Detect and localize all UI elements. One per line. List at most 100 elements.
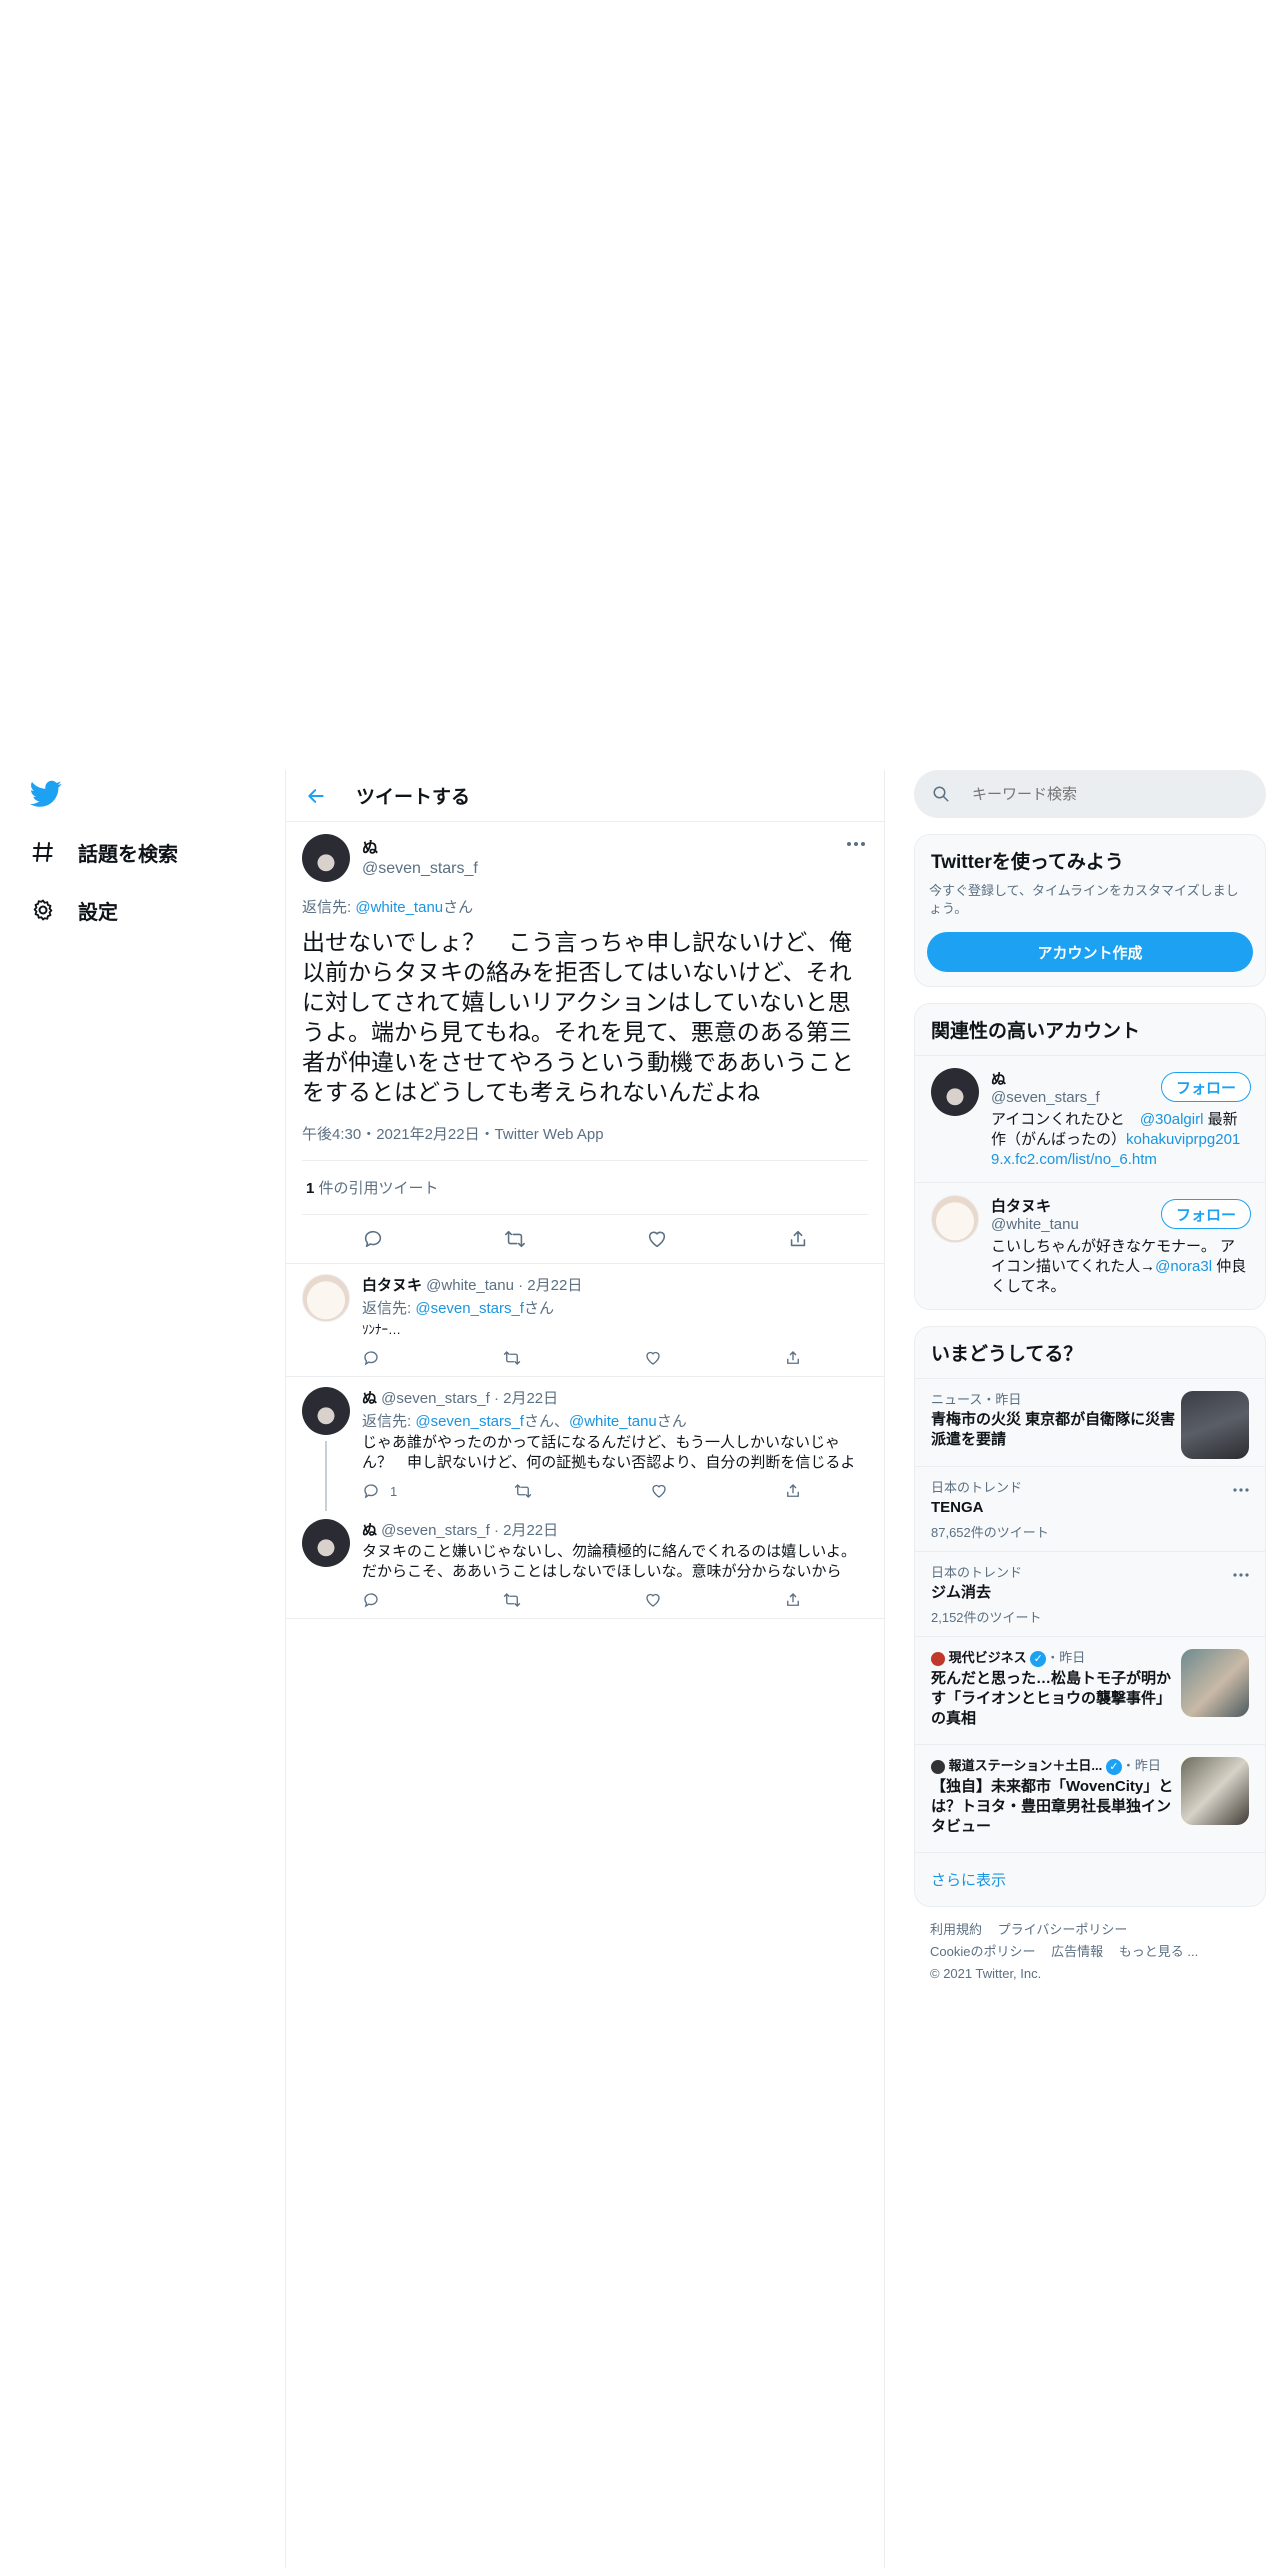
reply-tweet[interactable]: ぬ @seven_stars_f · 2月22日 タヌキのこと嫌いじゃないし、勿… [286, 1509, 884, 1619]
retweet-icon [515, 1484, 532, 1498]
trend-count: 87,652件のツイート [931, 1525, 1049, 1540]
tweet-author-handle[interactable]: @seven_stars_f [362, 860, 478, 878]
trend-thumbnail [1181, 1391, 1249, 1459]
bio-mention-link[interactable]: @30algirl [1140, 1111, 1204, 1128]
reply-to-line: 返信先: @white_tanuさん [302, 896, 868, 917]
bio-mention-link[interactable]: @nora3l [1155, 1258, 1212, 1275]
create-account-button[interactable]: アカウント作成 [927, 932, 1253, 972]
signup-card: Twitterを使ってみよう 今すぐ登録して、タイムラインをカスタマイズしましょ… [914, 834, 1266, 987]
like-button[interactable] [644, 1349, 662, 1367]
reply-author-name[interactable]: 白タヌキ [362, 1277, 422, 1294]
search-input[interactable] [972, 785, 1232, 803]
footer-link[interactable]: プライバシーポリシー [998, 1922, 1128, 1937]
follow-button[interactable]: フォロー [1160, 1199, 1251, 1229]
account-bio: こいしちゃんが好きなケモナー。 アイコン描いてくれた人→@nora3l 仲良くし… [991, 1237, 1249, 1297]
hashtag-icon [30, 839, 56, 865]
like-button[interactable] [644, 1591, 662, 1609]
trend-meta: ・昨日 [1121, 1758, 1161, 1773]
footer-link[interactable]: もっと見る ... [1119, 1944, 1198, 1959]
reply-button[interactable]: 1 [362, 1482, 397, 1500]
nav-explore[interactable]: 話題を検索 [30, 832, 178, 872]
trend-item[interactable]: 日本のトレンド TENGA 87,652件のツイート [915, 1466, 1265, 1551]
copyright: © 2021 Twitter, Inc. [930, 1966, 1042, 1981]
gear-icon [30, 897, 56, 923]
search-icon [933, 786, 949, 802]
reply-actions [362, 1582, 802, 1618]
reply-button[interactable] [362, 1228, 384, 1250]
show-more-link[interactable]: さらに表示 [915, 1852, 1265, 1906]
retweet-button[interactable] [503, 1228, 527, 1250]
footer-link[interactable]: 広告情報 [1051, 1944, 1103, 1959]
trend-thumbnail [1181, 1757, 1249, 1825]
nav-settings[interactable]: 設定 [30, 890, 118, 930]
like-button[interactable] [650, 1482, 668, 1500]
more-options-icon[interactable] [1233, 1564, 1249, 1582]
trends-card: いまどうしてる？ ニュース・昨日 青梅市の火災 東京都が自衛隊に災害派遣を要請 … [914, 1326, 1266, 1907]
reply-author-name[interactable]: ぬ [362, 1390, 377, 1407]
back-button[interactable] [296, 776, 336, 816]
avatar[interactable] [302, 1387, 350, 1435]
relevant-accounts-title: 関連性の高いアカウント [931, 1021, 1141, 1042]
share-button[interactable] [784, 1349, 802, 1367]
retweet-button[interactable] [513, 1482, 533, 1500]
footer-link[interactable]: Cookieのポリシー [930, 1944, 1035, 1959]
footer-link[interactable]: 利用規約 [930, 1922, 982, 1937]
reply-button[interactable] [362, 1591, 380, 1609]
like-button[interactable] [646, 1228, 668, 1250]
reply-icon [364, 1351, 378, 1366]
heart-icon [652, 1484, 666, 1498]
reply-author-name[interactable]: ぬ [362, 1522, 377, 1539]
search-box[interactable] [914, 770, 1266, 818]
reply-header: 白タヌキ @white_tanu · 2月22日 [362, 1274, 868, 1295]
avatar[interactable] [302, 1274, 350, 1322]
reply-to-link[interactable]: @seven_stars_f [415, 1413, 524, 1430]
nav-explore-label: 話題を検索 [78, 843, 178, 866]
account-item[interactable]: ぬ @seven_stars_f アイコンくれたひと @30algirl 最新作… [915, 1055, 1265, 1182]
reply-handle-date: @white_tanu · 2月22日 [422, 1277, 583, 1294]
verified-badge-icon: ✓ [1030, 1650, 1047, 1667]
reply-to-link-2[interactable]: @white_tanu [569, 1413, 657, 1430]
trend-item[interactable]: 現代ビジネス ✓ ・昨日 死んだと思った…松島トモ子が明かす「ライオンとヒョウの襲… [915, 1636, 1265, 1744]
reply-to-link[interactable]: @seven_stars_f [415, 1300, 524, 1317]
reply-suffix: さん [443, 899, 474, 916]
more-options-icon[interactable] [1233, 1479, 1249, 1497]
reply-actions: 1 [362, 1473, 802, 1509]
share-button[interactable] [784, 1482, 802, 1500]
trend-item[interactable]: 報道ステーション＋土日... ✓ ・昨日 【独自】未来都市「WovenCity」と… [915, 1744, 1265, 1852]
avatar[interactable] [931, 1068, 979, 1116]
reply-count: 1 [390, 1483, 398, 1499]
avatar[interactable] [931, 1195, 979, 1243]
trend-thumbnail [1181, 1649, 1249, 1717]
reply-prefix: 返信先: [302, 899, 356, 916]
page-title: ツイートする [356, 787, 471, 808]
reply-tweet[interactable]: ぬ @seven_stars_f · 2月22日 返信先: @seven_sta… [286, 1376, 884, 1511]
reply-header: ぬ @seven_stars_f · 2月22日 [362, 1519, 868, 1540]
trend-item[interactable]: ニュース・昨日 青梅市の火災 東京都が自衛隊に災害派遣を要請 [915, 1378, 1265, 1466]
avatar[interactable] [302, 1519, 350, 1567]
reply-actions [362, 1340, 802, 1376]
retweet-button[interactable] [502, 1591, 522, 1609]
avatar[interactable] [302, 834, 350, 882]
reply-handle-date: @seven_stars_f · 2月22日 [377, 1522, 559, 1539]
reply-tweet[interactable]: 白タヌキ @white_tanu · 2月22日 返信先: @seven_sta… [286, 1263, 884, 1376]
signup-title: Twitterを使ってみよう [931, 852, 1124, 873]
source-logo-icon [931, 1759, 945, 1774]
more-options-icon[interactable] [844, 834, 868, 854]
trend-title: 死んだと思った…松島トモ子が明かす「ライオンとヒョウの襲撃事件」の真相 [931, 1669, 1172, 1727]
share-button[interactable] [787, 1228, 809, 1250]
account-item[interactable]: 白タヌキ @white_tanu こいしちゃんが好きなケモナー。 アイコン描いて… [915, 1182, 1265, 1309]
reply-to-link[interactable]: @white_tanu [355, 899, 443, 916]
trend-item[interactable]: 日本のトレンド ジム消去 2,152件のツイート [915, 1551, 1265, 1636]
tweet-author-name[interactable]: ぬ [362, 834, 478, 858]
reply-button[interactable] [362, 1349, 380, 1367]
nav-settings-label: 設定 [78, 901, 118, 924]
right-sidebar: Twitterを使ってみよう 今すぐ登録して、タイムラインをカスタマイズしましょ… [914, 770, 1266, 1997]
share-button[interactable] [784, 1591, 802, 1609]
column-header: ツイートする [286, 770, 884, 822]
twitter-logo-icon[interactable] [29, 780, 62, 808]
retweet-button[interactable] [502, 1349, 522, 1367]
follow-button[interactable]: フォロー [1160, 1072, 1251, 1102]
relevant-accounts-card: 関連性の高いアカウント ぬ @seven_stars_f アイコンくれたひと @… [914, 1003, 1266, 1310]
tweet-timestamp[interactable]: 午後4:30・2021年2月22日・Twitter Web App [302, 1123, 868, 1161]
quote-tweets-count[interactable]: 1 件の引用ツイート [302, 1161, 868, 1215]
